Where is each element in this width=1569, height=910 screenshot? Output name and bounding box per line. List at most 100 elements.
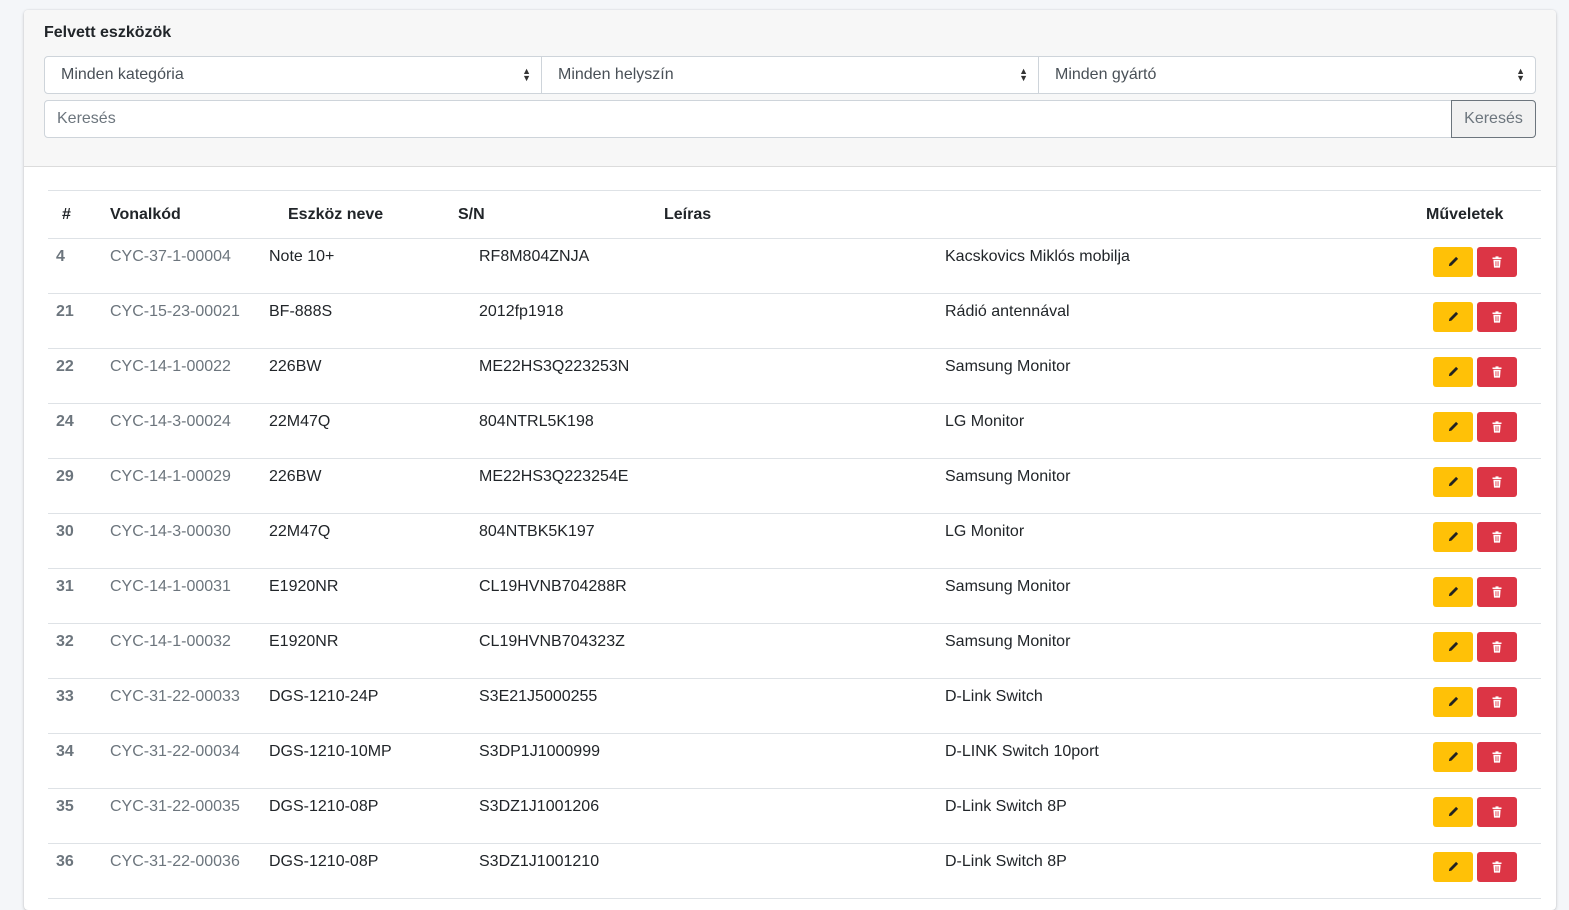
row-device-name: 22M47Q	[269, 523, 331, 540]
row-barcode: CYC-14-1-00031	[110, 578, 231, 595]
edit-button[interactable]	[1433, 687, 1473, 717]
table-header: # Vonalkód Eszköz neve S/N Leíras Művele…	[48, 190, 1541, 239]
row-description: D-Link Switch 8P	[945, 853, 1067, 870]
table-row: 4 CYC-37-1-00004 Note 10+ RF8M804ZNJA Kacsko…	[48, 239, 1541, 294]
trash-icon	[1491, 641, 1503, 653]
table-row: 30 CYC-14-3-00030 22M47Q 804NTBK5K197 LG Mon…	[48, 514, 1541, 569]
row-number: 36	[56, 853, 74, 870]
row-description: Samsung Monitor	[945, 468, 1071, 485]
manufacturer-filter-select[interactable]: Minden gyártó ▲ ▼	[1038, 56, 1536, 94]
column-header-name: Eszköz neve	[288, 206, 384, 223]
devices-card: Felvett eszközök Minden kategória ▲ ▼ Min…	[24, 10, 1556, 910]
delete-button[interactable]	[1477, 247, 1517, 277]
table-row: 34 CYC-31-22-00034 DGS-1210-10MP S3DP1J1000…	[48, 734, 1541, 789]
row-number: 31	[56, 578, 74, 595]
table-row: 36 CYC-31-22-00036 DGS-1210-08P S3DZ1J10012…	[48, 844, 1541, 899]
row-description: Samsung Monitor	[945, 578, 1071, 595]
row-number: 21	[56, 303, 74, 320]
row-number: 29	[56, 468, 74, 485]
row-description: LG Monitor	[945, 523, 1025, 540]
edit-button[interactable]	[1433, 577, 1473, 607]
row-number: 33	[56, 688, 74, 705]
row-serial-number: RF8M804ZNJA	[479, 248, 590, 265]
trash-icon	[1491, 531, 1503, 543]
pencil-icon	[1447, 586, 1459, 598]
row-barcode: CYC-14-1-00032	[110, 633, 231, 650]
row-description: LG Monitor	[945, 413, 1025, 430]
table-row: 31 CYC-14-1-00031 E1920NR CL19HVNB704288R Sa…	[48, 569, 1541, 624]
delete-button[interactable]	[1477, 852, 1517, 882]
delete-button[interactable]	[1477, 302, 1517, 332]
row-description: Samsung Monitor	[945, 358, 1071, 375]
row-description: Rádió antennával	[945, 303, 1070, 320]
edit-button[interactable]	[1433, 302, 1473, 332]
row-description: D-Link Switch 8P	[945, 798, 1067, 815]
trash-icon	[1491, 311, 1503, 323]
page-title: Felvett eszközök	[44, 24, 172, 41]
trash-icon	[1491, 586, 1503, 598]
trash-icon	[1491, 476, 1503, 488]
row-serial-number: CL19HVNB704288R	[479, 578, 627, 595]
row-number: 24	[56, 413, 74, 430]
card-header: Felvett eszközök Minden kategória ▲ ▼ Min…	[24, 10, 1556, 167]
category-filter-value: Minden kategória	[61, 66, 184, 83]
select-arrows-icon: ▲ ▼	[1019, 66, 1028, 83]
delete-button[interactable]	[1477, 467, 1517, 497]
row-device-name: E1920NR	[269, 633, 339, 650]
delete-button[interactable]	[1477, 687, 1517, 717]
row-barcode: CYC-15-23-00021	[110, 303, 240, 320]
row-barcode: CYC-31-22-00036	[110, 853, 240, 870]
delete-button[interactable]	[1477, 797, 1517, 827]
delete-button[interactable]	[1477, 522, 1517, 552]
edit-button[interactable]	[1433, 852, 1473, 882]
location-filter-select[interactable]: Minden helyszín ▲ ▼	[541, 56, 1039, 94]
delete-button[interactable]	[1477, 357, 1517, 387]
table-row: 21 CYC-15-23-00021 BF-888S 2012fp1918 Rádió …	[48, 294, 1541, 349]
row-device-name: Note 10+	[269, 248, 335, 265]
delete-button[interactable]	[1477, 632, 1517, 662]
row-device-name: DGS-1210-10MP	[269, 743, 392, 760]
edit-button[interactable]	[1433, 247, 1473, 277]
devices-table: # Vonalkód Eszköz neve S/N Leíras Művele…	[48, 190, 1541, 899]
pencil-icon	[1447, 311, 1459, 323]
edit-button[interactable]	[1433, 797, 1473, 827]
row-serial-number: CL19HVNB704323Z	[479, 633, 625, 650]
delete-button[interactable]	[1477, 412, 1517, 442]
row-description: D-Link Switch	[945, 688, 1043, 705]
column-header-barcode: Vonalkód	[110, 206, 181, 223]
select-arrows-icon: ▲ ▼	[522, 66, 531, 83]
pencil-icon	[1447, 696, 1459, 708]
row-device-name: DGS-1210-08P	[269, 798, 379, 815]
row-device-name: 226BW	[269, 358, 322, 375]
edit-button[interactable]	[1433, 467, 1473, 497]
row-serial-number: S3E21J5000255	[479, 688, 598, 705]
edit-button[interactable]	[1433, 357, 1473, 387]
search-input[interactable]: Keresés	[44, 100, 1452, 138]
edit-button[interactable]	[1433, 522, 1473, 552]
pencil-icon	[1447, 476, 1459, 488]
table-row: 35 CYC-31-22-00035 DGS-1210-08P S3DZ1J10012…	[48, 789, 1541, 844]
delete-button[interactable]	[1477, 742, 1517, 772]
table-row: 32 CYC-14-1-00032 E1920NR CL19HVNB704323Z Sa…	[48, 624, 1541, 679]
row-description: Kacskovics Miklós mobilja	[945, 248, 1130, 265]
row-number: 22	[56, 358, 74, 375]
edit-button[interactable]	[1433, 412, 1473, 442]
row-serial-number: 804NTBK5K197	[479, 523, 595, 540]
category-filter-select[interactable]: Minden kategória ▲ ▼	[44, 56, 542, 94]
row-device-name: DGS-1210-24P	[269, 688, 379, 705]
row-device-name: 226BW	[269, 468, 322, 485]
row-device-name: E1920NR	[269, 578, 339, 595]
edit-button[interactable]	[1433, 632, 1473, 662]
delete-button[interactable]	[1477, 577, 1517, 607]
manufacturer-filter-value: Minden gyártó	[1055, 66, 1157, 83]
pencil-icon	[1447, 256, 1459, 268]
row-number: 4	[56, 248, 65, 265]
pencil-icon	[1447, 806, 1459, 818]
row-serial-number: ME22HS3Q223254E	[479, 468, 629, 485]
trash-icon	[1491, 696, 1503, 708]
search-button[interactable]: Keresés	[1451, 100, 1536, 138]
edit-button[interactable]	[1433, 742, 1473, 772]
column-header-actions: Műveletek	[1426, 206, 1504, 223]
table-row: 29 CYC-14-1-00029 226BW ME22HS3Q223254E Sams…	[48, 459, 1541, 514]
row-serial-number: S3DP1J1000999	[479, 743, 600, 760]
